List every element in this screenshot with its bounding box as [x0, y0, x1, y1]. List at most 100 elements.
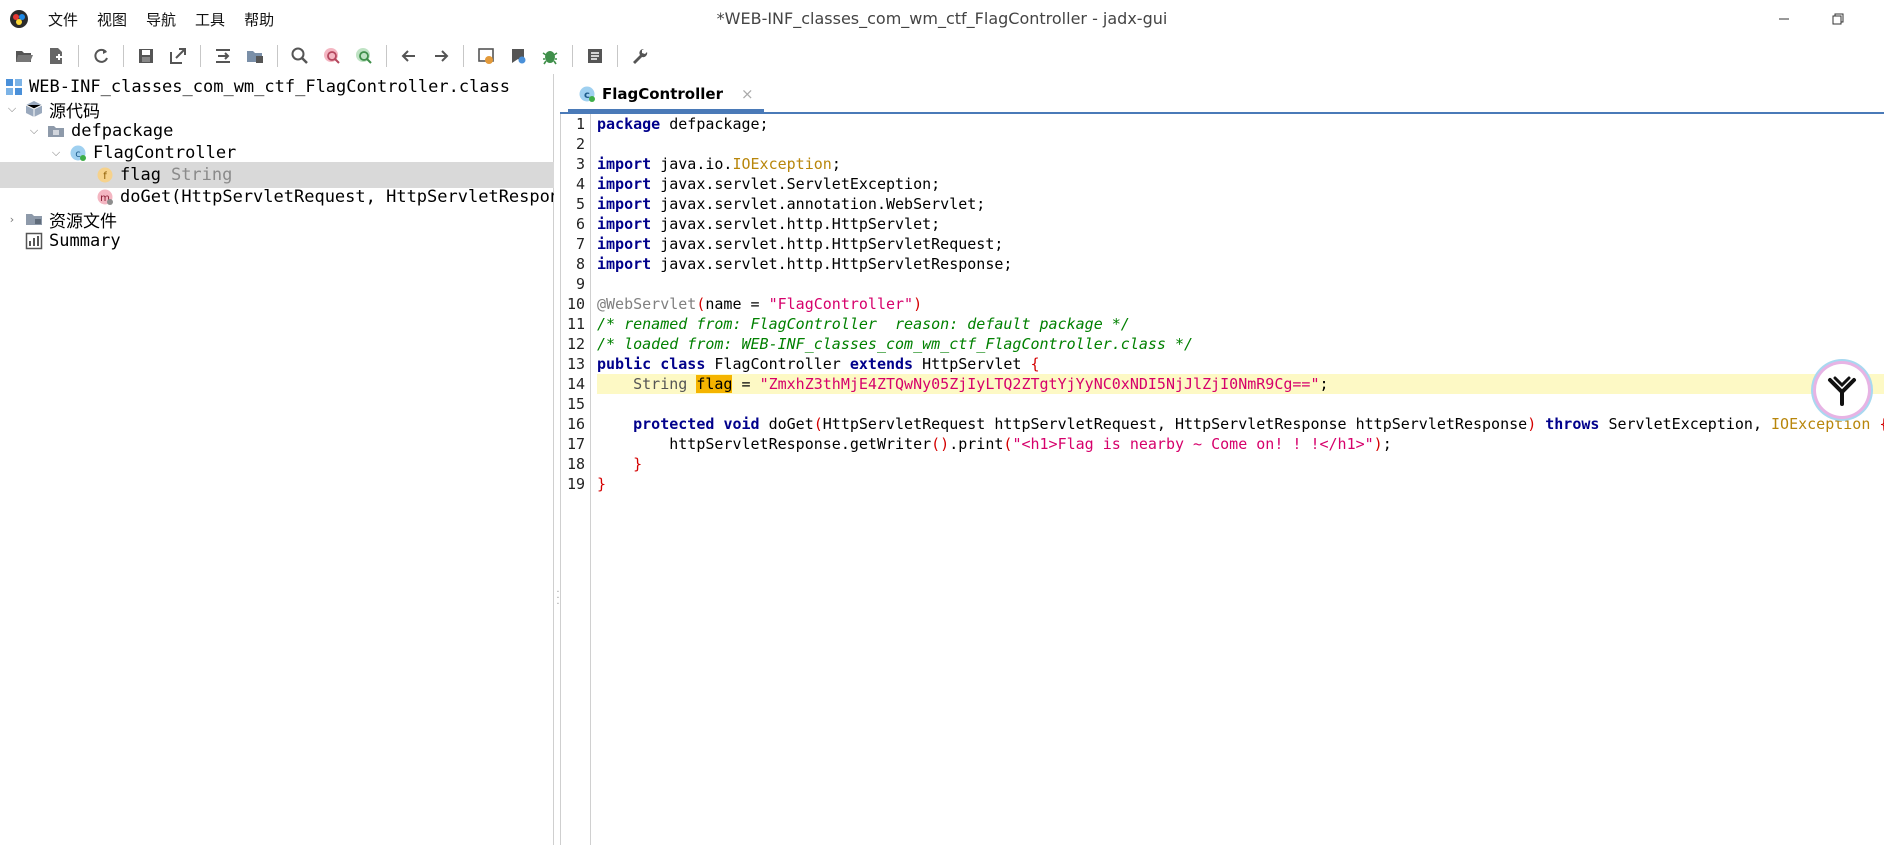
paren: )	[1527, 415, 1537, 433]
brace: {	[1030, 355, 1040, 373]
source-code-icon	[25, 100, 43, 118]
brace: {	[1870, 415, 1884, 433]
forward-icon[interactable]	[430, 45, 452, 67]
quark-icon[interactable]	[507, 45, 529, 67]
code-line: import java.io.IOException;	[597, 154, 1884, 174]
paren: )	[1373, 435, 1383, 453]
keyword: protected	[633, 415, 715, 433]
line-number: 18	[566, 455, 585, 473]
code-line: httpServletResponse.getWriter().print("<…	[597, 434, 1884, 454]
code-text: defpackage;	[660, 115, 769, 133]
class-reference[interactable]: IOException	[1771, 415, 1870, 433]
deobfuscation-icon[interactable]	[475, 45, 497, 67]
code-area[interactable]: package defpackage; import java.io.IOExc…	[597, 114, 1884, 845]
title-bar: 文件 视图 导航 工具 帮助 *WEB-INF_classes_com_wm_c…	[0, 0, 1884, 38]
code-text: javax.servlet.http.HttpServletResponse;	[651, 255, 1013, 273]
line-number: 11	[566, 315, 585, 333]
annotation: @WebServlet	[597, 295, 697, 313]
method-name[interactable]: doGet	[760, 415, 814, 433]
code-text: javax.servlet.http.HttpServletRequest;	[651, 235, 1004, 253]
line-number: 8	[575, 255, 585, 273]
log-icon[interactable]	[584, 45, 606, 67]
menu-navigation[interactable]: 导航	[146, 9, 176, 30]
chevron-right-icon[interactable]: ›	[5, 212, 19, 226]
comment-line: /* loaded from: WEB-INF_classes_com_wm_c…	[597, 335, 1194, 353]
code-line: import javax.servlet.http.HttpServletReq…	[597, 234, 1884, 254]
line-number: 3	[575, 155, 585, 173]
chevron-down-icon[interactable]: ⌵	[27, 124, 41, 138]
menu-file[interactable]: 文件	[48, 9, 78, 30]
jadx-logo-icon[interactable]	[8, 8, 30, 30]
line-number: 7	[575, 235, 585, 253]
svg-text:f: f	[103, 171, 107, 182]
summary-icon	[25, 232, 43, 250]
preferences-icon[interactable]	[629, 45, 651, 67]
line-number: 10	[566, 295, 585, 313]
keyword: extends	[849, 355, 914, 373]
chevron-down-icon[interactable]: ⌵	[49, 146, 63, 160]
line-number: 15	[566, 395, 585, 413]
type-reference[interactable]: String	[633, 375, 687, 393]
open-file-icon[interactable]	[13, 45, 35, 67]
resources-folder-icon	[25, 210, 43, 228]
code-line: import javax.servlet.http.HttpServletRes…	[597, 254, 1884, 274]
svg-text:c: c	[75, 149, 81, 160]
line-number: 6	[575, 215, 585, 233]
menu-help[interactable]: 帮助	[244, 9, 274, 30]
code-editor[interactable]: 1 2 3 4 5 6 7 8 9 10 11 12 13 14 15 16 1…	[560, 114, 1884, 845]
menu-view[interactable]: 视图	[97, 9, 127, 30]
debug-icon[interactable]	[539, 45, 561, 67]
save-icon[interactable]	[135, 45, 157, 67]
code-line-highlighted: String flag = "ZmxhZ3thMjE4ZTQwNy05ZjIyL…	[597, 374, 1884, 394]
tab-bar: c FlagController ×	[560, 74, 1884, 114]
class-reference[interactable]: IOException	[732, 155, 831, 173]
tree-method-label: doGet(HttpServletRequest, HttpServletRes…	[120, 187, 554, 207]
code-text: FlagController	[705, 355, 850, 373]
flatten-packages-icon[interactable]	[244, 45, 266, 67]
keyword: import	[597, 235, 652, 253]
code-text: java.io.	[651, 155, 733, 173]
selected-identifier[interactable]: flag	[696, 375, 733, 393]
code-line: }	[597, 475, 607, 493]
line-number: 14	[566, 375, 585, 393]
chevron-down-icon[interactable]: ⌵	[5, 102, 19, 116]
tree-class-label: FlagController	[93, 143, 237, 163]
menu-tools[interactable]: 工具	[195, 9, 225, 30]
flag-string-literal: "ZmxhZ3thMjE4ZTQwNy05ZjIyLTQ2ZTgtYjYyNC0…	[759, 375, 1320, 393]
code-line: import javax.servlet.http.HttpServlet;	[597, 214, 1884, 234]
find-class-icon[interactable]	[321, 45, 343, 67]
code-text: .print	[949, 435, 1004, 453]
paren: (	[813, 415, 823, 433]
minimize-icon	[1779, 18, 1789, 20]
code-text: ;	[1382, 435, 1392, 453]
sync-tree-icon[interactable]	[212, 45, 234, 67]
string-literal: "<h1>Flag is nearby ~ Come on! ! !</h1>"	[1012, 435, 1374, 453]
keyword: void	[723, 415, 760, 433]
code-line: public class FlagController extends Http…	[597, 354, 1884, 374]
tree-root-label: WEB-INF_classes_com_wm_ctf_FlagControlle…	[29, 77, 511, 97]
sync-icon[interactable]	[90, 45, 112, 67]
code-text: httpServletResponse.getWriter	[669, 435, 932, 453]
code-line: protected void doGet(HttpServletRequest …	[597, 414, 1884, 434]
line-number: 12	[566, 335, 585, 353]
back-icon[interactable]	[398, 45, 420, 67]
search-icon[interactable]	[289, 45, 311, 67]
tab-label: FlagController	[602, 84, 723, 103]
close-icon[interactable]: ×	[741, 85, 754, 103]
keyword: import	[597, 255, 652, 273]
export-icon[interactable]	[167, 45, 189, 67]
floating-assistant-icon[interactable]	[1816, 364, 1868, 416]
tree-summary[interactable]: Summary	[0, 228, 554, 254]
class-icon: c	[578, 85, 596, 103]
comment-line: /* renamed from: FlagController reason: …	[597, 315, 1130, 333]
tab-flagcontroller[interactable]: c FlagController ×	[568, 78, 764, 112]
package-folder-icon	[47, 122, 65, 140]
add-files-icon[interactable]	[45, 45, 67, 67]
restore-button[interactable]	[1812, 0, 1864, 38]
find-usage-icon[interactable]	[353, 45, 375, 67]
class-reference[interactable]: HttpServlet	[913, 355, 1030, 373]
minimize-button[interactable]	[1756, 0, 1812, 38]
line-number: 9	[575, 275, 585, 293]
code-line: import javax.servlet.ServletException;	[597, 174, 1884, 194]
